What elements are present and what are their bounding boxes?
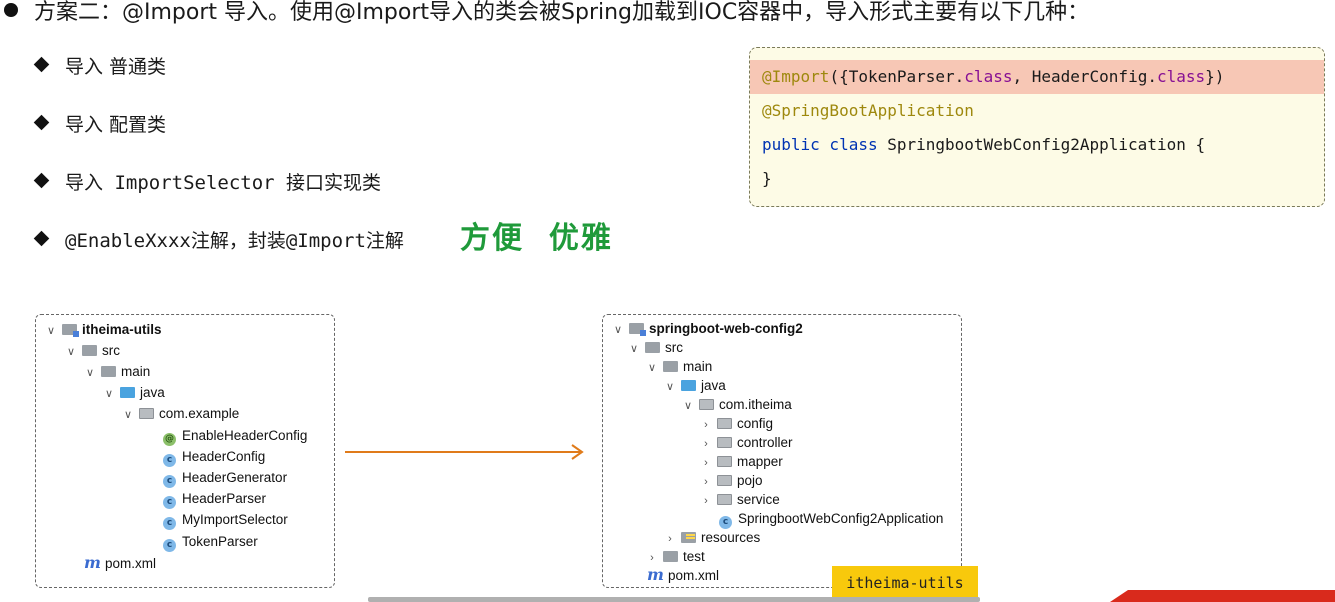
handwritten-note: 方便 优雅 xyxy=(460,221,613,256)
tree-node-pom[interactable]: m pom.xml xyxy=(84,553,156,573)
class-icon: c xyxy=(163,475,176,488)
chevron-down-icon[interactable]: ∨ xyxy=(627,339,641,359)
diamond-icon xyxy=(33,56,50,73)
tree-node-java[interactable]: ∨ java xyxy=(102,383,165,403)
tree-node-main[interactable]: ∨ main xyxy=(83,362,150,382)
bullet-dot-icon xyxy=(4,3,18,17)
package-icon xyxy=(717,418,732,429)
tree-node-subpackage[interactable]: › config xyxy=(699,414,773,434)
tree-node-class[interactable]: c HeaderParser xyxy=(163,489,266,509)
code-snippet: @Import({TokenParser.class, HeaderConfig… xyxy=(749,47,1325,207)
diamond-icon xyxy=(33,114,50,131)
chevron-down-icon[interactable]: ∨ xyxy=(44,321,58,341)
package-icon xyxy=(699,399,714,410)
folder-icon xyxy=(82,345,97,356)
chevron-right-icon[interactable]: › xyxy=(699,472,713,492)
diamond-icon xyxy=(33,230,50,247)
corner-banner xyxy=(1110,590,1335,602)
project-tree-springboot-web-config2: ∨ springboot-web-config2 ∨ src ∨ main ∨ java… xyxy=(602,314,962,588)
package-icon xyxy=(139,408,154,419)
module-folder-icon xyxy=(629,323,646,336)
tree-node-class[interactable]: c TokenParser xyxy=(163,532,258,552)
tree-node-pom[interactable]: m pom.xml xyxy=(647,565,719,585)
package-icon xyxy=(717,475,732,486)
package-icon xyxy=(717,456,732,467)
chevron-down-icon[interactable]: ∨ xyxy=(102,384,116,404)
tree-node-src[interactable]: ∨ src xyxy=(64,341,120,361)
folder-icon xyxy=(101,366,116,377)
tree-node-subpackage[interactable]: › pojo xyxy=(699,471,762,492)
source-folder-icon xyxy=(120,387,135,398)
tree-node-app-class[interactable]: c SpringbootWebConfig2Application xyxy=(719,509,943,529)
tree-node-root[interactable]: ∨ springboot-web-config2 xyxy=(611,319,803,339)
tree-node-subpackage[interactable]: › service xyxy=(699,490,780,510)
tree-node-class[interactable]: c HeaderConfig xyxy=(163,447,265,467)
chevron-down-icon[interactable]: ∨ xyxy=(645,358,659,378)
package-icon xyxy=(717,437,732,448)
diamond-icon xyxy=(33,172,50,189)
folder-icon xyxy=(663,361,678,372)
code-line-close: } xyxy=(762,169,772,188)
chevron-right-icon[interactable]: › xyxy=(699,453,713,473)
bullet-item-config-class: 导入 配置类 xyxy=(33,113,166,137)
tree-node-root[interactable]: ∨ itheima-utils xyxy=(44,320,162,340)
chevron-down-icon[interactable]: ∨ xyxy=(611,320,625,340)
folder-icon xyxy=(645,342,660,353)
tree-node-class[interactable]: @ EnableHeaderConfig xyxy=(163,426,307,446)
chevron-right-icon[interactable]: › xyxy=(699,415,713,435)
chevron-down-icon[interactable]: ∨ xyxy=(663,377,677,397)
arrow-icon xyxy=(345,444,584,460)
chevron-right-icon[interactable]: › xyxy=(663,529,677,549)
maven-icon: m xyxy=(84,553,101,572)
project-tree-itheima-utils: ∨ itheima-utils ∨ src ∨ main ∨ java ∨ com.exa… xyxy=(35,314,335,588)
resources-folder-icon xyxy=(681,532,696,543)
tree-node-java[interactable]: ∨ java xyxy=(663,376,726,396)
slide-title: 方案二：@Import 导入。使用@Import导入的类会被Spring加载到I… xyxy=(4,0,1089,26)
tree-node-resources[interactable]: › resources xyxy=(663,528,760,548)
package-icon xyxy=(717,494,732,505)
bullet-item-plain-class: 导入 普通类 xyxy=(33,55,166,79)
tree-node-src[interactable]: ∨ src xyxy=(627,338,683,358)
tree-node-class[interactable]: c MyImportSelector xyxy=(163,510,288,530)
chevron-down-icon[interactable]: ∨ xyxy=(121,405,135,425)
module-label-tag: itheima-utils xyxy=(832,566,978,600)
module-folder-icon xyxy=(62,324,79,337)
tree-node-class[interactable]: c HeaderGenerator xyxy=(163,468,287,488)
code-line-annotation: @SpringBootApplication xyxy=(762,101,974,120)
tree-node-subpackage[interactable]: › mapper xyxy=(699,452,783,472)
class-icon: c xyxy=(163,496,176,509)
code-line-class-decl: public class SpringbootWebConfig2Applica… xyxy=(762,135,1206,154)
chevron-right-icon[interactable]: › xyxy=(699,491,713,511)
chevron-down-icon[interactable]: ∨ xyxy=(681,396,695,416)
horizontal-scrollbar[interactable] xyxy=(368,597,980,602)
class-icon: c xyxy=(163,517,176,530)
tree-node-test[interactable]: › test xyxy=(645,547,705,567)
bullet-item-enable-annotation: @EnableXxxx注解，封装@Import注解 xyxy=(33,229,404,253)
source-folder-icon xyxy=(681,380,696,391)
annotation-icon: @ xyxy=(163,433,176,446)
chevron-down-icon[interactable]: ∨ xyxy=(64,342,78,362)
chevron-down-icon[interactable]: ∨ xyxy=(83,363,97,383)
tree-node-main[interactable]: ∨ main xyxy=(645,357,712,377)
class-icon: c xyxy=(163,539,176,552)
code-line-import: @Import({TokenParser.class, HeaderConfig… xyxy=(750,60,1324,94)
class-icon: c xyxy=(163,454,176,467)
tree-node-package[interactable]: ∨ com.example xyxy=(121,404,239,424)
maven-icon: m xyxy=(647,565,664,584)
tree-node-package[interactable]: ∨ com.itheima xyxy=(681,395,792,415)
tree-node-subpackage[interactable]: › controller xyxy=(699,433,792,454)
folder-icon xyxy=(663,551,678,562)
chevron-right-icon[interactable]: › xyxy=(699,434,713,454)
bullet-item-import-selector: 导入 ImportSelector 接口实现类 xyxy=(33,171,381,195)
